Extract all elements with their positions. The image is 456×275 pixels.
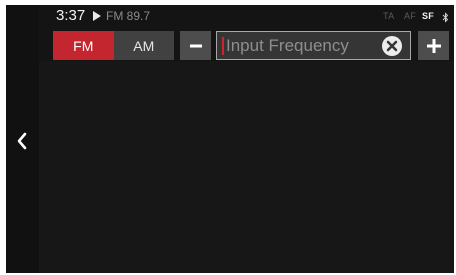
clear-input-button[interactable]	[381, 35, 403, 57]
frequency-input[interactable]	[226, 32, 376, 59]
fm-band-button[interactable]: FM	[53, 31, 114, 60]
clock: 3:37	[56, 7, 86, 24]
frequency-up-button[interactable]	[418, 31, 449, 60]
text-caret	[222, 37, 224, 55]
frequency-field	[216, 31, 411, 60]
ta-indicator: TA	[383, 11, 395, 21]
af-indicator: AF	[404, 11, 417, 21]
radio-screen: 3:37 FM 89.7 TA AF SF FM AM	[6, 5, 454, 273]
am-band-button[interactable]: AM	[113, 31, 174, 60]
plus-icon	[426, 38, 441, 53]
minus-icon	[189, 44, 202, 47]
now-playing-station: FM 89.7	[106, 9, 151, 23]
play-icon	[93, 11, 101, 21]
frequency-down-button[interactable]	[180, 31, 211, 60]
back-button[interactable]	[9, 123, 35, 159]
bluetooth-icon	[442, 10, 449, 28]
station-content-area	[39, 61, 454, 273]
chevron-left-icon	[17, 132, 27, 150]
clear-x-icon	[382, 36, 402, 56]
sf-indicator: SF	[422, 11, 435, 21]
status-bar: 3:37 FM 89.7 TA AF SF	[6, 5, 454, 27]
band-toggle: FM AM	[53, 31, 174, 60]
